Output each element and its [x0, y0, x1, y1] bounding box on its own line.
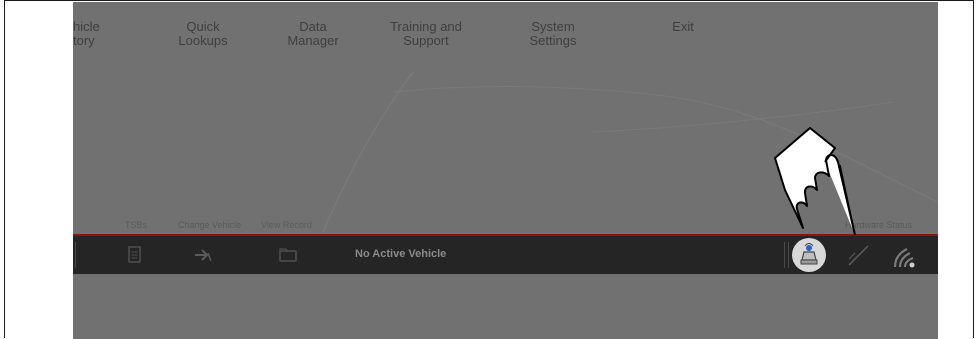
top-navigation: hicle tory Quick Lookups Data Manager Tr…	[73, 20, 938, 60]
nav-data-manager[interactable]: Data Manager	[273, 20, 353, 48]
vehicle-status: No Active Vehicle	[355, 248, 447, 260]
change-vehicle-link[interactable]: Change Vehicle	[178, 220, 241, 230]
pointing-hand-icon	[774, 127, 856, 236]
toolbar-separator	[75, 242, 76, 268]
nav-quick-lookups[interactable]: Quick Lookups	[163, 20, 243, 48]
nav-exit[interactable]: Exit	[653, 20, 713, 34]
tsbs-link[interactable]: TSBs	[125, 220, 147, 230]
arrow-forward-icon[interactable]	[193, 246, 213, 264]
toolbar-separator	[784, 242, 785, 268]
nav-system-settings[interactable]: System Settings	[513, 20, 593, 48]
wifi-icon[interactable]	[891, 241, 921, 269]
app-screen: hicle tory Quick Lookups Data Manager Tr…	[73, 2, 938, 339]
disconnected-icon[interactable]	[845, 242, 871, 268]
nav-vehicle-history[interactable]: hicle tory	[73, 20, 119, 48]
toolbar-separator	[788, 242, 789, 268]
view-record-link[interactable]: View Record	[261, 220, 312, 230]
nav-training-support[interactable]: Training and Support	[376, 20, 476, 48]
document-frame: hicle tory Quick Lookups Data Manager Tr…	[4, 0, 974, 339]
document-icon[interactable]	[125, 246, 145, 264]
folder-icon[interactable]	[278, 246, 298, 264]
